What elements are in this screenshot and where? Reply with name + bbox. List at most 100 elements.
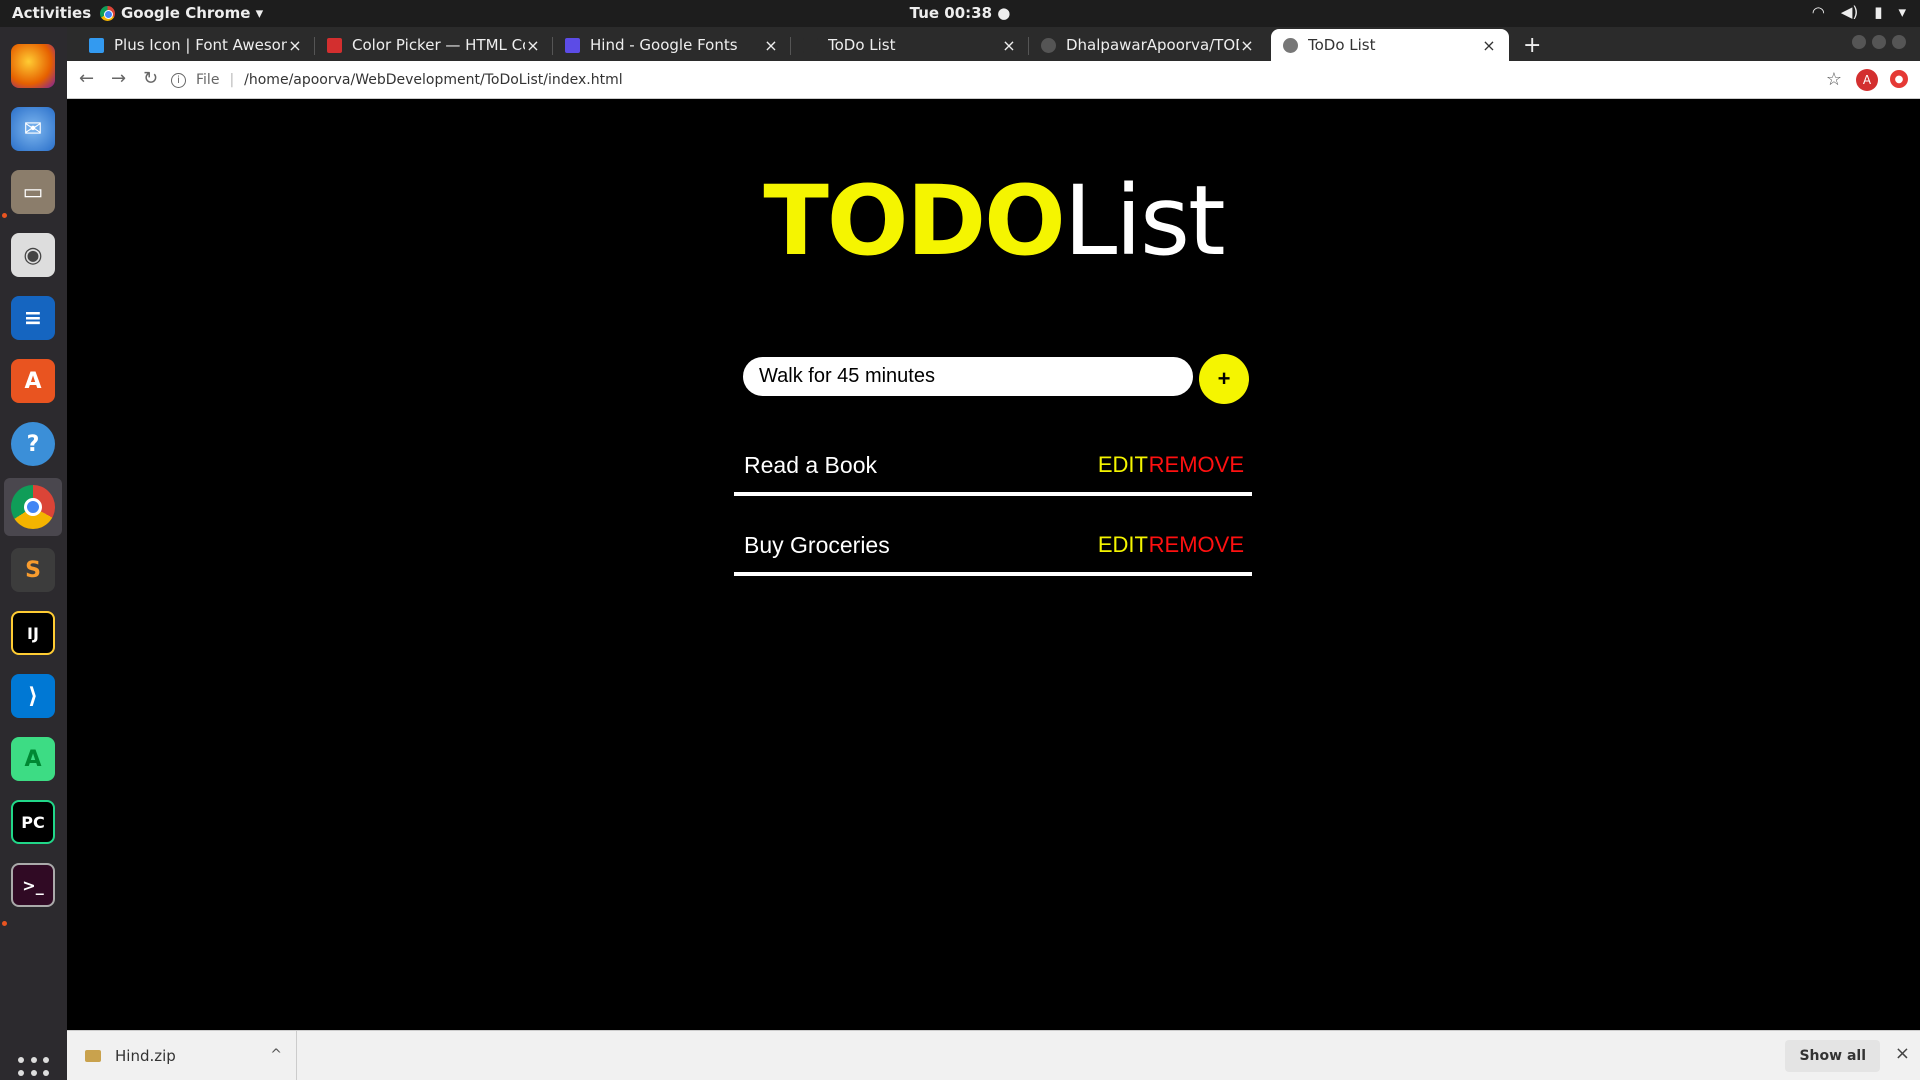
tab-close-icon[interactable]: × [1239,36,1255,55]
todo-item: Buy Groceries EDIT REMOVE [734,524,1252,576]
dock-android-studio[interactable]: A [4,730,62,788]
chrome-window: Plus Icon | Font Awesome × Color Picker … [67,27,1920,1080]
show-applications-icon[interactable] [18,1057,50,1080]
activities-button[interactable]: Activities [12,4,91,22]
github-icon [1041,37,1056,53]
dock-vscode[interactable]: ⟩ [4,667,62,725]
clock[interactable]: Tue 00:38 ● [910,4,1011,22]
title-list: List [1063,165,1226,277]
system-top-bar: Activities Google Chrome ▾ Tue 00:38 ● ◠… [0,0,1920,27]
menu-arrow-icon: ▾ [1898,3,1906,21]
remove-button[interactable]: REMOVE [1149,452,1244,478]
minimize-button[interactable] [1852,35,1866,49]
tab-title: Color Picker — HTML Colo [352,36,525,54]
tab-color-picker[interactable]: Color Picker — HTML Colo × [315,29,553,61]
android-studio-icon: A [11,737,55,781]
battery-icon: ▮ [1874,3,1883,21]
dock-intellij[interactable]: IJ [4,604,62,662]
tab-font-awesome[interactable]: Plus Icon | Font Awesome × [77,29,315,61]
running-indicator [2,921,7,926]
download-bar: Hind.zip ^ Show all × [67,1030,1920,1080]
help-icon: ? [11,422,55,466]
window-controls [1852,35,1906,49]
tab-favicon-icon [89,37,104,53]
software-icon: A [11,359,55,403]
profile-avatar[interactable]: A [1856,69,1878,91]
terminal-icon: >_ [11,863,55,907]
tab-favicon-icon [327,37,342,53]
dock-help[interactable]: ? [4,415,62,473]
tab-title: Hind - Google Fonts [590,36,738,54]
dock-terminal[interactable]: >_ [4,856,62,914]
firefox-icon [11,44,55,88]
tab-close-icon[interactable]: × [1481,36,1497,55]
dock-rhythmbox[interactable]: ◉ [4,226,62,284]
tab-title: ToDo List [828,36,896,54]
chrome-icon [11,485,55,529]
tab-close-icon[interactable]: × [287,36,303,55]
tab-close-icon[interactable]: × [525,36,541,55]
chevron-up-icon[interactable]: ^ [270,1047,282,1063]
intellij-icon: IJ [11,611,55,655]
reload-icon[interactable]: ↻ [143,68,158,89]
omnibox[interactable]: i File | /home/apoorva/WebDevelopment/To… [171,65,1811,95]
tab-github[interactable]: DhalpawarApoorva/TODO × [1029,29,1267,61]
edit-button[interactable]: EDIT [1098,452,1148,478]
tab-google-fonts[interactable]: Hind - Google Fonts × [553,29,791,61]
bookmark-star-icon[interactable]: ☆ [1826,69,1842,90]
tab-todo-list[interactable]: ToDo List × [791,29,1029,61]
page-title: TODOList [67,165,1920,277]
tab-close-icon[interactable]: × [763,36,779,55]
forward-icon[interactable]: → [111,68,126,89]
title-todo: TODO [763,165,1065,277]
back-icon[interactable]: ← [79,68,94,89]
add-todo-form: + [743,354,1251,404]
dock-chrome[interactable] [4,478,62,536]
tab-strip: Plus Icon | Font Awesome × Color Picker … [67,27,1920,61]
dock-sublime[interactable]: S [4,541,62,599]
todo-item: Read a Book EDIT REMOVE [734,444,1252,496]
add-button[interactable]: + [1199,354,1249,404]
dock-thunderbird[interactable]: ✉ [4,100,62,158]
tab-title: ToDo List [1308,36,1376,54]
remove-button[interactable]: REMOVE [1149,532,1244,558]
tab-todo-list-active[interactable]: ToDo List × [1271,29,1509,61]
chrome-icon [100,5,115,21]
show-all-button[interactable]: Show all [1785,1040,1880,1072]
download-filename: Hind.zip [115,1047,176,1065]
vscode-icon: ⟩ [11,674,55,718]
edit-button[interactable]: EDIT [1098,532,1148,558]
dock-firefox[interactable] [4,37,62,95]
todo-item-text: Read a Book [744,452,877,478]
close-download-bar-icon[interactable]: × [1895,1043,1910,1064]
todo-item-text: Buy Groceries [744,532,890,558]
writer-icon: ≡ [11,296,55,340]
app-menu-label: Google Chrome ▾ [121,4,264,22]
maximize-button[interactable] [1872,35,1886,49]
dock-writer[interactable]: ≡ [4,289,62,347]
sublime-icon: S [11,548,55,592]
rhythmbox-icon: ◉ [11,233,55,277]
close-window-button[interactable] [1892,35,1906,49]
info-icon[interactable]: i [171,72,186,88]
extension-icon[interactable]: ● [1890,70,1908,88]
app-menu[interactable]: Google Chrome ▾ [100,4,263,22]
tab-favicon-icon [565,37,580,53]
dock: ✉ ▭ ◉ ≡ A ? S IJ ⟩ A PC >_ [0,27,67,1080]
dock-software[interactable]: A [4,352,62,410]
volume-icon: ◀) [1840,3,1859,21]
dock-pycharm[interactable]: PC [4,793,62,851]
new-tab-button[interactable]: + [1523,33,1541,58]
page-content: TODOList + Read a Book EDIT REMOVE Buy G… [67,99,1920,1030]
system-status-area[interactable]: ◠ ◀) ▮ ▾ [1812,3,1906,21]
todo-input[interactable] [743,357,1193,396]
url-text[interactable]: /home/apoorva/WebDevelopment/ToDoList/in… [244,72,622,88]
thunderbird-icon: ✉ [11,107,55,151]
wifi-icon: ◠ [1811,3,1825,21]
zip-file-icon [85,1050,101,1062]
files-icon: ▭ [11,170,55,214]
dock-files[interactable]: ▭ [4,163,62,221]
download-item[interactable]: Hind.zip ^ [67,1031,297,1080]
tab-close-icon[interactable]: × [1001,36,1017,55]
globe-icon [1283,37,1298,53]
